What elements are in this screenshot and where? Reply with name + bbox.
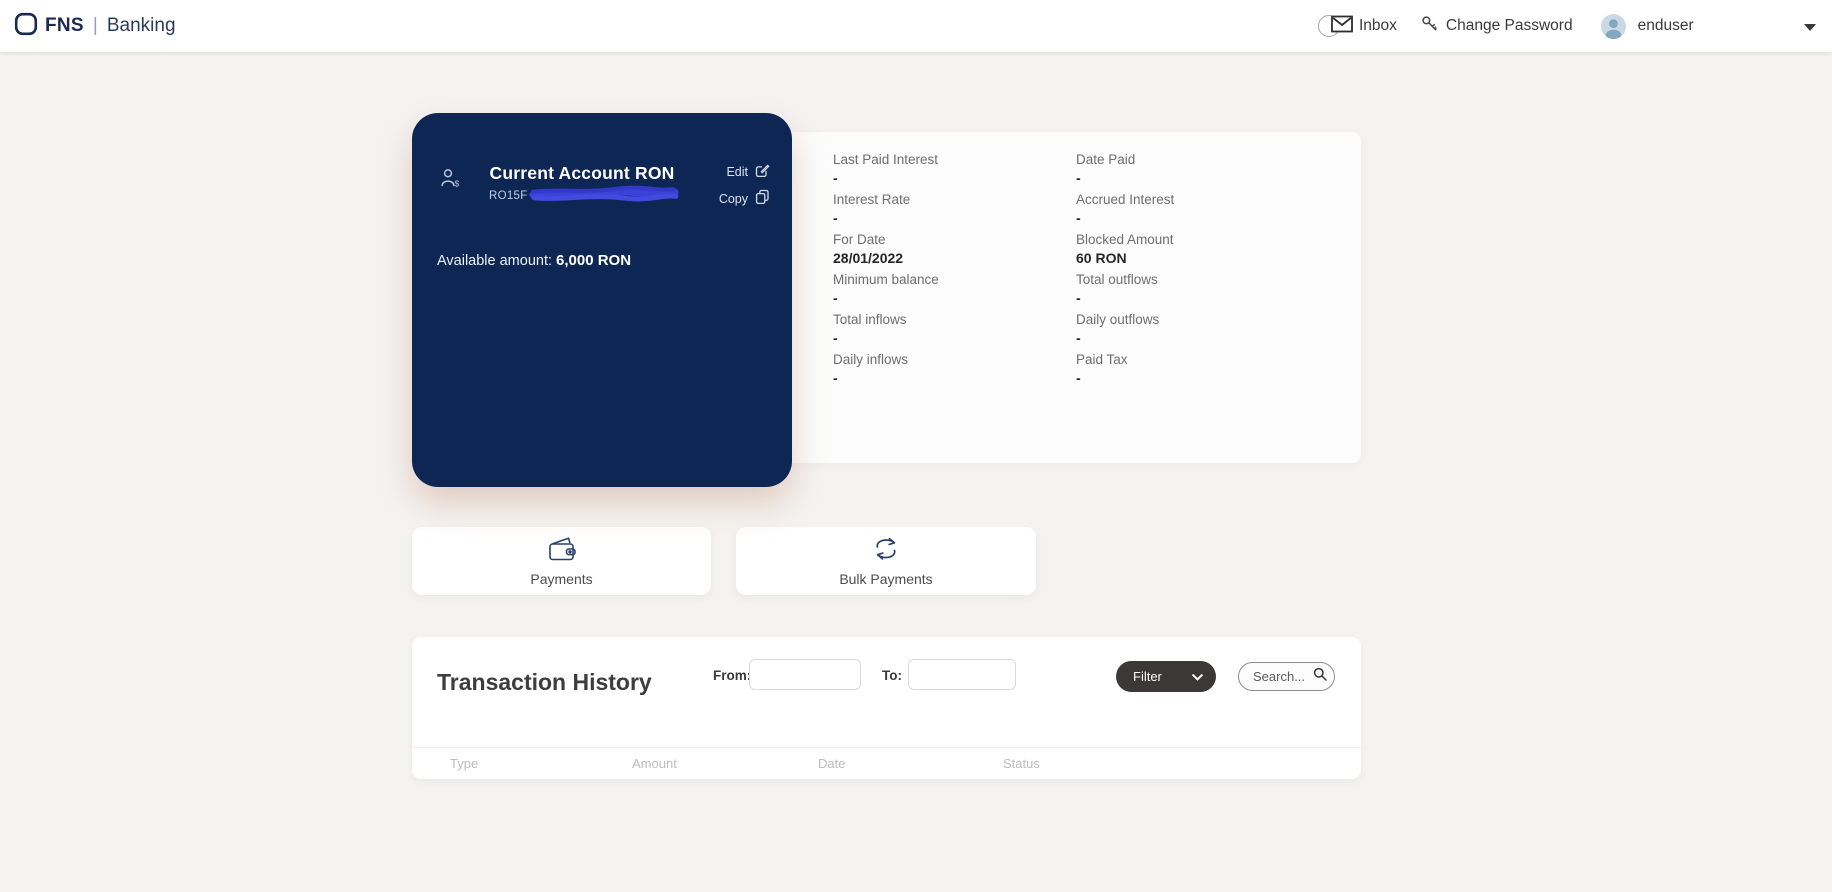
banking-dashboard-page: FNS | Banking Inbox Change Password endu…: [0, 0, 1832, 892]
detail-value: -: [1076, 290, 1081, 306]
inbox-button[interactable]: Inbox: [1318, 15, 1397, 38]
header-actions: Inbox Change Password enduser: [1318, 0, 1694, 52]
transaction-history-title: Transaction History: [437, 669, 652, 695]
payments-card[interactable]: Payments: [412, 527, 711, 595]
search-icon: [1313, 667, 1327, 686]
available-amount-value: 6,000 RON: [556, 252, 632, 269]
detail-item: Interest Rate -: [833, 192, 1076, 227]
username-label: enduser: [1637, 17, 1694, 34]
column-header-amount: Amount: [632, 756, 677, 771]
detail-value: -: [833, 370, 838, 386]
payments-label: Payments: [530, 571, 593, 587]
to-label: To:: [882, 668, 902, 683]
from-date-input[interactable]: [749, 659, 861, 690]
svg-text:$: $: [455, 179, 460, 189]
column-header-type: Type: [450, 756, 479, 771]
swap-arrows-icon: [871, 535, 901, 568]
brand-product: Banking: [106, 15, 176, 36]
key-icon: [1421, 15, 1438, 37]
brand-logo: FNS | Banking: [14, 0, 176, 52]
fns-logo-icon: [14, 12, 38, 41]
detail-label: For Date: [833, 232, 886, 247]
detail-value: -: [833, 170, 838, 186]
bulk-payments-label: Bulk Payments: [839, 571, 933, 587]
account-number-prefix: RO15F: [489, 190, 528, 202]
detail-label: Paid Tax: [1076, 352, 1128, 367]
detail-value: -: [833, 290, 838, 306]
copy-label: Copy: [718, 191, 748, 206]
detail-value: -: [1076, 170, 1081, 186]
account-title: Current Account RON: [489, 163, 675, 183]
to-date-input[interactable]: [908, 659, 1016, 690]
detail-label: Minimum balance: [833, 272, 939, 287]
detail-item: Daily outflows -: [1076, 312, 1376, 347]
edit-pencil-icon: [755, 163, 770, 181]
detail-item: Daily inflows -: [833, 352, 1076, 387]
detail-value: -: [1076, 210, 1081, 226]
detail-item: Total outflows -: [1076, 272, 1376, 307]
transactions-table-header: Type Amount Date Status: [412, 747, 1361, 780]
available-amount-label: Available amount:: [437, 253, 553, 269]
detail-label: Last Paid Interest: [833, 152, 939, 167]
detail-value: -: [833, 330, 838, 346]
detail-label: Total outflows: [1076, 272, 1158, 287]
inbox-label: Inbox: [1359, 17, 1397, 34]
from-label: From:: [713, 668, 752, 683]
column-header-date: Date: [818, 756, 846, 771]
change-password-button[interactable]: Change Password: [1421, 15, 1573, 37]
detail-label: Total inflows: [833, 312, 907, 327]
edit-account-button[interactable]: Edit: [726, 163, 770, 181]
copy-icon: [755, 189, 770, 208]
detail-value: 60 RON: [1076, 250, 1127, 266]
brand-separator: |: [92, 15, 98, 36]
avatar: [1600, 13, 1626, 39]
account-summary-card: $ Current Account RON RO15F Edit Copy Av…: [412, 113, 792, 487]
detail-item: Paid Tax -: [1076, 352, 1376, 387]
envelope-icon: [1331, 15, 1353, 38]
header-dropdown-caret-icon[interactable]: [1804, 24, 1816, 31]
top-header: FNS | Banking Inbox Change Password endu…: [0, 0, 1832, 52]
detail-item: For Date 28/01/2022: [833, 232, 1076, 267]
detail-item: Last Paid Interest -: [833, 152, 1076, 187]
detail-value: -: [1076, 330, 1081, 346]
copy-account-number-button[interactable]: Copy: [719, 189, 770, 208]
account-details-grid: Last Paid Interest - Date Paid - Interes…: [833, 152, 1376, 387]
account-user-dollar-icon: $: [440, 167, 462, 196]
transaction-history-card: Transaction History From: To: Filter Sea…: [412, 637, 1361, 779]
detail-item: Total inflows -: [833, 312, 1076, 347]
detail-value: -: [1076, 370, 1081, 386]
column-header-status: Status: [1003, 756, 1040, 771]
filter-label: Filter: [1133, 669, 1162, 684]
available-amount: Available amount: 6,000 RON: [437, 252, 631, 269]
detail-item: Accrued Interest -: [1076, 192, 1376, 227]
edit-label: Edit: [726, 165, 748, 179]
detail-value: 28/01/2022: [833, 250, 904, 266]
account-number-row: RO15F: [489, 184, 679, 208]
bulk-payments-card[interactable]: Bulk Payments: [736, 527, 1036, 595]
detail-label: Date Paid: [1076, 152, 1136, 167]
account-number-redaction-scribble: [528, 184, 679, 208]
wallet-icon: [546, 535, 578, 568]
detail-label: Daily outflows: [1076, 312, 1160, 327]
detail-label: Interest Rate: [833, 192, 911, 207]
detail-label: Blocked Amount: [1076, 232, 1174, 247]
brand-name: FNS: [45, 15, 84, 36]
detail-value: -: [833, 210, 838, 226]
detail-item: Date Paid -: [1076, 152, 1376, 187]
detail-item: Minimum balance -: [833, 272, 1076, 307]
detail-item: Blocked Amount 60 RON: [1076, 232, 1376, 267]
detail-label: Daily inflows: [833, 352, 909, 367]
search-input[interactable]: [1251, 668, 1313, 685]
filter-dropdown-button[interactable]: Filter: [1116, 661, 1216, 692]
user-menu[interactable]: enduser: [1600, 13, 1694, 39]
change-password-label: Change Password: [1445, 17, 1573, 34]
chevron-down-icon: [1192, 669, 1203, 684]
detail-label: Accrued Interest: [1076, 192, 1175, 207]
search-box: [1238, 662, 1335, 691]
